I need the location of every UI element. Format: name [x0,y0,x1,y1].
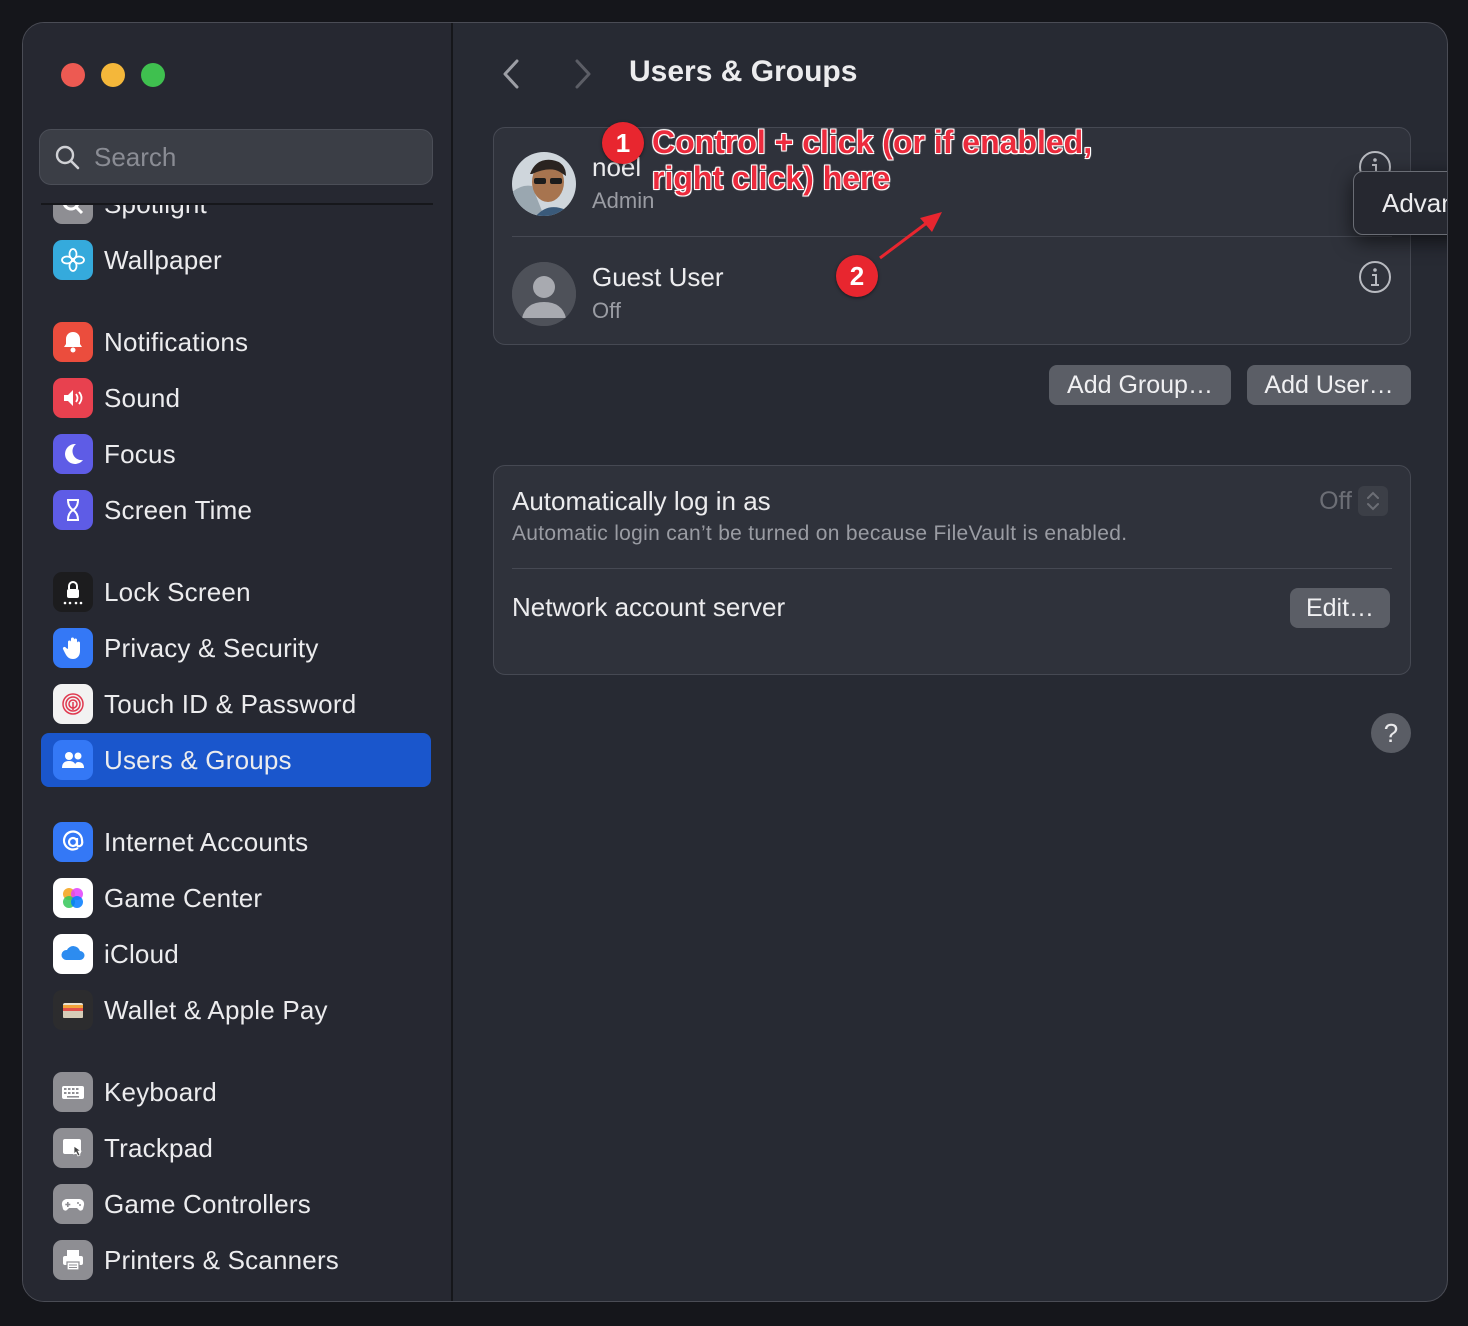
updown-chevron-icon [1358,486,1388,516]
step-badge-1: 1 [602,122,644,164]
sidebar-item-icloud[interactable]: iCloud [41,927,431,981]
sidebar-item-label: Internet Accounts [104,826,309,857]
sidebar-item-privacy-security[interactable]: Privacy & Security [41,621,431,675]
user-role: Admin [592,188,655,213]
at-icon [53,822,93,862]
sidebar-item-trackpad[interactable]: Trackpad [41,1121,431,1175]
sidebar-item-touch-id[interactable]: Touch ID & Password [41,677,431,731]
sidebar-item-label: Notifications [104,326,249,357]
context-menu-advanced-options[interactable]: Advanced Options… [1353,171,1447,235]
sidebar-item-label: Screen Time [104,494,253,525]
sidebar-item-label: Lock Screen [104,576,251,607]
sidebar-item-wallet[interactable]: Wallet & Apple Pay [41,983,431,1037]
minimize-button[interactable] [101,63,125,87]
sidebar-item-label: Wallpaper [104,244,222,275]
login-options-card: Automatically log in as Automatic login … [493,465,1411,675]
sidebar-item-spotlight[interactable]: Spotlight [41,203,431,231]
sidebar-item-label: Spotlight [104,203,207,219]
sidebar-item-label: Trackpad [104,1132,214,1163]
forward-chevron-icon[interactable] [567,57,597,91]
auto-login-note: Automatic login can’t be turned on becau… [512,522,1128,545]
main-panel: Users & Groups noel Admin Guest User Off… [455,23,1447,1301]
sidebar-item-printers[interactable]: Printers & Scanners [41,1233,431,1287]
sidebar-item-label: Users & Groups [104,744,292,775]
close-button[interactable] [61,63,85,87]
sidebar-item-sound[interactable]: Sound [41,371,431,425]
sidebar-item-screen-time[interactable]: Screen Time [41,483,431,537]
user-name: Guest User [592,262,724,292]
sidebar-item-focus[interactable]: Focus [41,427,431,481]
flower-icon [53,240,93,280]
window-controls [61,63,165,87]
sidebar-item-label: Game Center [104,882,263,913]
speaker-icon [53,378,93,418]
zoom-button[interactable] [141,63,165,87]
search-input[interactable]: Search [39,129,433,185]
step-badge-2: 2 [836,255,878,297]
moon-icon [53,434,93,474]
annotation-text-line2: right click) here [651,160,891,197]
sidebar-item-label: Game Controllers [104,1188,311,1219]
game-center-icon [53,878,93,918]
fingerprint-icon [53,684,93,724]
sidebar-item-label: Privacy & Security [104,632,319,663]
add-user-button[interactable]: Add User… [1247,365,1411,405]
back-chevron-icon[interactable] [497,57,527,91]
settings-window: Search Spotlight Wallpaper Notifications [22,22,1448,1302]
guest-avatar-icon [512,262,576,326]
sidebar-item-lock-screen[interactable]: Lock Screen [41,565,431,619]
sidebar-item-label: Sound [104,382,181,413]
info-icon[interactable] [1358,260,1392,294]
sidebar-item-internet-accounts[interactable]: Internet Accounts [41,815,431,869]
sidebar-item-label: Focus [104,438,176,469]
bell-icon [53,322,93,362]
hourglass-icon [53,490,93,530]
sidebar-item-notifications[interactable]: Notifications [41,315,431,369]
sidebar-item-label: Touch ID & Password [104,688,357,719]
user-role: Off [592,298,621,323]
search-placeholder: Search [94,141,177,172]
sidebar-item-game-center[interactable]: Game Center [41,871,431,925]
sidebar-item-users-groups[interactable]: Users & Groups [41,733,431,787]
user-avatar-photo [512,152,576,216]
printer-icon [53,1240,93,1280]
cloud-icon [53,934,93,974]
user-row-guest[interactable]: Guest User Off [512,238,1392,346]
trackpad-icon [53,1128,93,1168]
sidebar-item-label: iCloud [104,938,179,969]
lock-icon [53,572,93,612]
sidebar-item-wallpaper[interactable]: Wallpaper [41,233,431,287]
sidebar-item-label: Wallet & Apple Pay [104,994,328,1025]
sidebar-item-label: Printers & Scanners [104,1244,340,1275]
wallet-icon [53,990,93,1030]
auto-login-value: Off [1319,486,1352,515]
row-divider [512,236,1392,237]
sidebar-item-game-controllers[interactable]: Game Controllers [41,1177,431,1231]
row-divider [512,568,1392,569]
auto-login-label: Automatically log in as [512,486,771,516]
sidebar-item-label: Keyboard [104,1076,217,1107]
keyboard-icon [53,1072,93,1112]
sidebar-list: Spotlight Wallpaper Notifications Sound [41,203,433,1293]
hand-icon [53,628,93,668]
add-group-button[interactable]: Add Group… [1049,365,1231,405]
sidebar: Search Spotlight Wallpaper Notifications [23,23,453,1301]
sidebar-item-keyboard[interactable]: Keyboard [41,1065,431,1119]
magnifier-icon [53,203,93,224]
annotation-text-line1: Control + click (or if enabled, [651,124,1093,161]
edit-button[interactable]: Edit… [1290,588,1390,628]
gamepad-icon [53,1184,93,1224]
auto-login-select[interactable]: Off [1319,486,1388,516]
users-icon [53,740,93,780]
network-server-label: Network account server [512,592,786,622]
help-button[interactable]: ? [1371,713,1411,753]
search-icon [55,145,80,170]
page-title: Users & Groups [629,55,858,88]
